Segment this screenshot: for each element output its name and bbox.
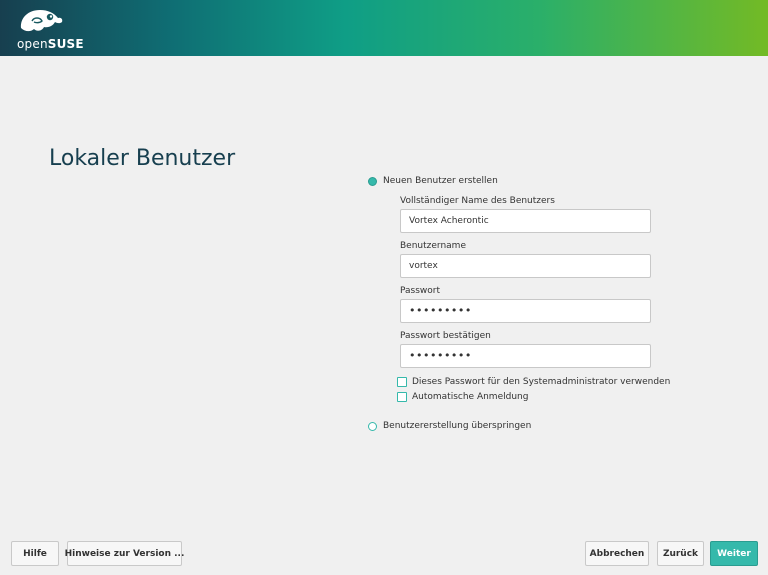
next-button[interactable]: Weiter (710, 541, 758, 566)
back-button[interactable]: Zurück (657, 541, 704, 566)
page-title: Lokaler Benutzer (49, 146, 236, 171)
fullname-input[interactable]: Vortex Acherontic (400, 209, 651, 233)
release-notes-button[interactable]: Hinweise zur Version ... (65, 541, 184, 566)
chameleon-icon (20, 10, 63, 32)
radio-skip-user-label: Benutzererstellung überspringen (383, 421, 532, 431)
password-input[interactable]: ••••••••• (400, 299, 651, 323)
help-button[interactable]: Hilfe (11, 541, 59, 566)
radio-create-user-label: Neuen Benutzer erstellen (383, 176, 498, 186)
password-label: Passwort (400, 286, 441, 296)
checkbox-unchecked-icon (397, 377, 407, 387)
radio-unselected-icon (368, 421, 377, 431)
opensuse-logo: openSUSE (14, 6, 84, 52)
header-banner: openSUSE (0, 0, 768, 56)
confirm-password-label: Passwort bestätigen (400, 331, 491, 341)
abort-button[interactable]: Abbrechen (585, 541, 649, 566)
checkbox-admin-password[interactable]: Dieses Passwort für den Systemadministra… (397, 377, 670, 387)
username-input[interactable]: vortex (400, 254, 651, 278)
username-label: Benutzername (400, 241, 466, 251)
radio-skip-user[interactable]: Benutzererstellung überspringen (368, 421, 531, 431)
fullname-label: Vollständiger Name des Benutzers (400, 196, 555, 206)
checkbox-unchecked-icon (397, 392, 407, 402)
radio-selected-icon (368, 176, 377, 186)
confirm-password-input[interactable]: ••••••••• (400, 344, 651, 368)
checkbox-autologin[interactable]: Automatische Anmeldung (397, 392, 528, 402)
logo-wordmark: openSUSE (17, 37, 84, 51)
checkbox-admin-password-label: Dieses Passwort für den Systemadministra… (412, 377, 671, 387)
radio-create-user[interactable]: Neuen Benutzer erstellen (368, 176, 498, 186)
checkbox-autologin-label: Automatische Anmeldung (412, 392, 529, 402)
